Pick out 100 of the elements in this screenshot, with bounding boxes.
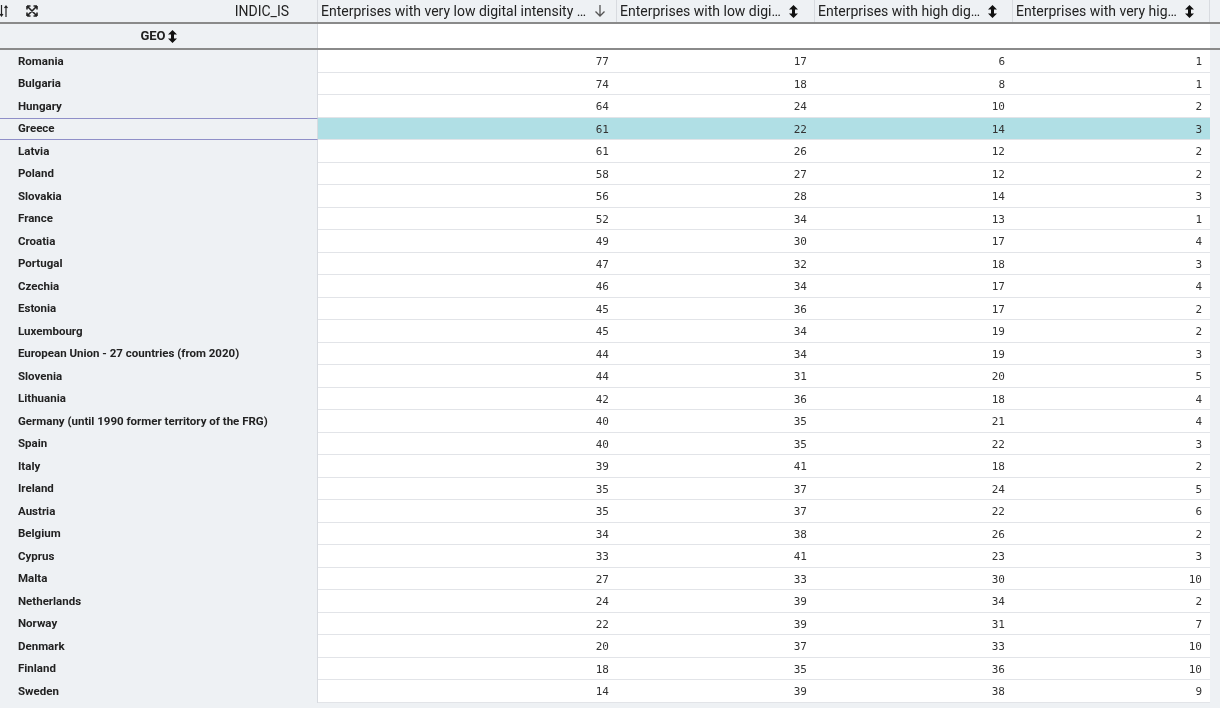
table-cell-text: 34 — [792, 324, 808, 340]
table-cell-text: 52 — [594, 211, 610, 228]
table-cell-text: 37 — [792, 639, 808, 655]
table-cell-text: 6 — [1194, 504, 1203, 520]
table-cell-text: 2 — [1194, 324, 1203, 340]
expand-icon[interactable] — [26, 5, 38, 17]
table-cell-text: 30 — [792, 234, 808, 250]
table-cell-text: 2 — [1194, 144, 1203, 160]
table-cell-text: 7 — [1194, 616, 1203, 633]
table-cell-text: 27 — [792, 166, 808, 183]
sort-descending-icon[interactable] — [594, 4, 607, 18]
table-cell-text: 3 — [1194, 346, 1203, 363]
column-header[interactable]: Enterprises with very hig… — [1013, 0, 1210, 22]
column-header[interactable]: Enterprises with high dig… — [815, 0, 1013, 22]
table-cell-text: 9 — [1194, 684, 1203, 700]
table-cell-text: 37 — [792, 504, 808, 520]
sort-icon[interactable] — [1184, 4, 1194, 18]
table-cell-text: 3 — [1194, 121, 1203, 138]
table-cell-text: 19 — [990, 324, 1006, 340]
table-cell-text: 61 — [594, 121, 610, 138]
sort-icon[interactable] — [788, 4, 798, 18]
table-cell-text: 34 — [990, 594, 1006, 610]
table-cell-text: 17 — [990, 301, 1006, 318]
table-cell-text: 17 — [990, 234, 1006, 250]
row-label[interactable]: Greece — [0, 117, 318, 140]
table-cell-text: 77 — [594, 54, 610, 70]
table-cell-text: 58 — [594, 166, 610, 183]
table-cell-text: 1 — [1194, 76, 1203, 93]
table-cell-text: 17 — [990, 279, 1006, 295]
table-cell-text: 49 — [594, 234, 610, 250]
table-cell-text: 2 — [1194, 526, 1203, 543]
table-cell-text: 8 — [997, 76, 1006, 93]
table-cell-text: 36 — [990, 661, 1006, 678]
table-cell-text: 26 — [990, 526, 1006, 543]
table-cell-text: 2 — [1194, 594, 1203, 610]
table-cell-text: 14 — [990, 189, 1006, 205]
table-cell-text: 42 — [594, 391, 610, 408]
table-cell-text: 36 — [792, 301, 808, 318]
table-cell-text: 39 — [792, 616, 808, 633]
table-cell-text: 4 — [1194, 391, 1203, 408]
table-cell-text: 61 — [594, 144, 610, 160]
table-cell-text: 22 — [792, 121, 808, 138]
table-cell-text: 41 — [792, 459, 808, 475]
table-cell-text: 35 — [792, 436, 808, 453]
column-header[interactable]: Enterprises with very low digital intensity … — [318, 0, 617, 22]
table-cell-text: 38 — [990, 684, 1006, 700]
table-cell-text: 4 — [1194, 234, 1203, 250]
table-cell-text: 21 — [990, 414, 1006, 430]
table-cell-text: 3 — [1194, 189, 1203, 205]
table-cell-text: 22 — [990, 504, 1006, 520]
table-cell-text: 35 — [792, 661, 808, 678]
table-cell-text: 2 — [1194, 166, 1203, 183]
table-cell-text: 17 — [792, 54, 808, 70]
table-cell-text: 39 — [792, 684, 808, 700]
table-cell-text: 40 — [594, 436, 610, 453]
column-header[interactable]: Enterprises with low digi… — [617, 0, 815, 22]
table-cell-text: 18 — [990, 256, 1006, 273]
table-cell-text: 38 — [792, 526, 808, 543]
table-cell-text: 27 — [594, 571, 610, 588]
table-cell-text: 26 — [792, 144, 808, 160]
table-cell-text: 10 — [990, 99, 1006, 115]
table-cell-text: 1 — [1194, 54, 1203, 70]
table-cell-text: 2 — [1194, 459, 1203, 475]
table-cell-text: 10 — [1187, 661, 1203, 678]
table-cell-text: 35 — [792, 414, 808, 430]
table-cell-text: 14 — [594, 684, 610, 700]
row-header: GEO — [140, 27, 166, 46]
table-cell-text: 34 — [792, 346, 808, 363]
table-cell-text: 24 — [990, 481, 1006, 498]
pivot-label: INDIC_IS — [234, 1, 289, 21]
table-cell-text: 37 — [792, 481, 808, 498]
table-cell-text: 4 — [1194, 279, 1203, 295]
table-cell-text: 33 — [990, 639, 1006, 655]
table-cell-text: 14 — [990, 121, 1006, 138]
table-cell-text: 35 — [594, 504, 610, 520]
table-cell-text: 32 — [792, 256, 808, 273]
table-cell-text: 22 — [594, 616, 610, 633]
sort-icon[interactable] — [988, 4, 998, 18]
table-cell-text: 5 — [1194, 369, 1203, 385]
table-cell-text: 34 — [792, 279, 808, 295]
table-cell-text: 34 — [792, 211, 808, 228]
table-cell-text: 5 — [1194, 481, 1203, 498]
table-cell-text: 46 — [594, 279, 610, 295]
table-cell-text: 39 — [594, 459, 610, 475]
table-cell-text: 47 — [594, 256, 610, 273]
table-cell-text: 20 — [990, 369, 1006, 385]
table-cell-text: 2 — [1194, 301, 1203, 318]
table-cell-text: 12 — [990, 166, 1006, 183]
table-cell-text: 3 — [1194, 549, 1203, 565]
table-cell-text: 24 — [792, 99, 808, 115]
table-cell-text: 20 — [594, 639, 610, 655]
table-cell-text: 31 — [990, 616, 1006, 633]
table-cell-text: 24 — [594, 594, 610, 610]
table-cell-text: 4 — [1194, 414, 1203, 430]
table-cell-text: 18 — [792, 76, 808, 93]
table-cell-text: 2 — [1194, 99, 1203, 115]
table-cell-text: 6 — [997, 54, 1006, 70]
sort-arrows-icon[interactable] — [0, 5, 8, 17]
table-cell-text: 3 — [1194, 436, 1203, 453]
sort-icon[interactable] — [167, 29, 177, 43]
